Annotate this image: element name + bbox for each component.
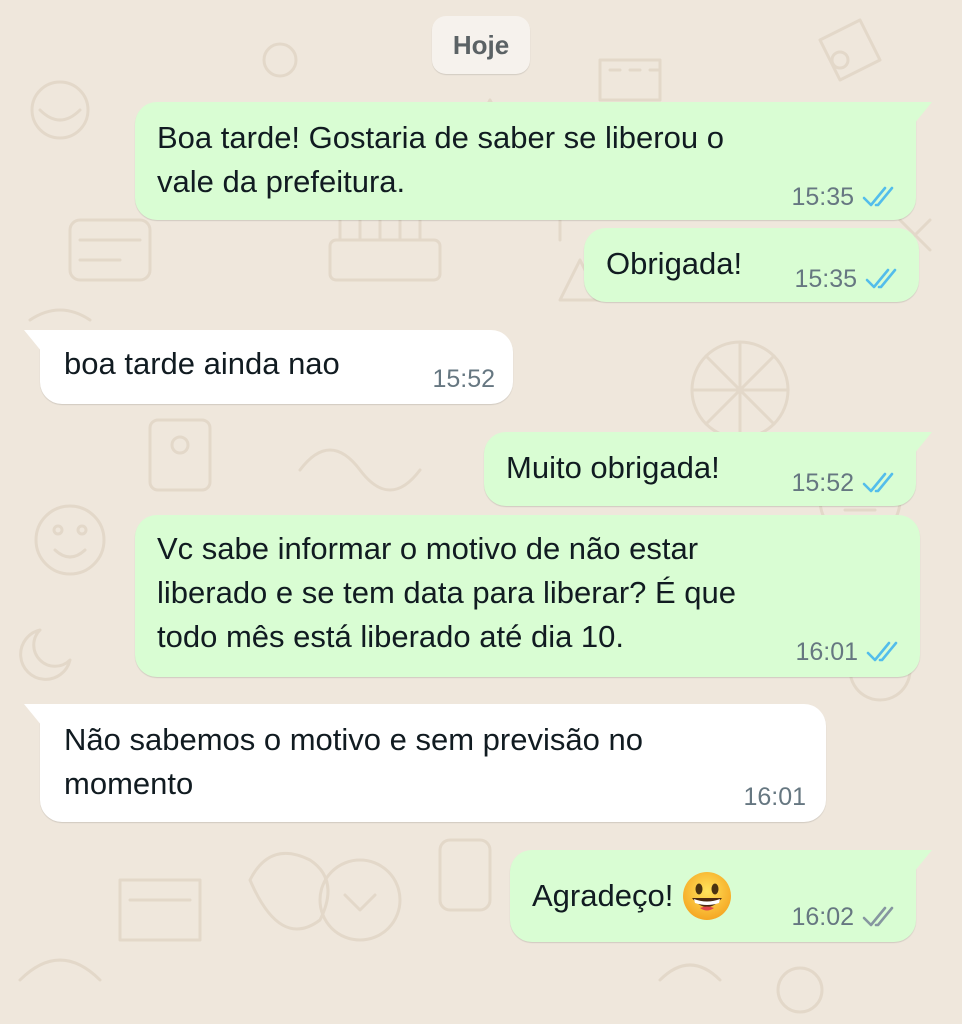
message-time: 15:35 — [794, 265, 857, 293]
message-bubble-outgoing[interactable]: Vc sabe informar o motivo de não estar l… — [135, 515, 920, 677]
double-check-icon — [862, 906, 894, 927]
message-time: 15:35 — [791, 183, 854, 211]
message-text: Vc sabe informar o motivo de não estar l… — [157, 531, 737, 654]
message-meta: 15:35 — [794, 264, 903, 294]
message-bubble-outgoing[interactable]: Agradeço! 16:02 — [510, 850, 932, 942]
message-meta: 16:01 — [795, 637, 904, 667]
chat-thread: Hoje Boa tarde! Gostaria de saber se lib… — [0, 0, 962, 1024]
message-time: 16:02 — [791, 903, 854, 931]
message-meta: 15:35 — [791, 182, 900, 212]
message-time: 15:52 — [432, 365, 495, 393]
double-check-icon — [865, 268, 897, 289]
message-text: boa tarde ainda nao — [64, 346, 340, 381]
bubble-tail — [914, 432, 932, 454]
message-time: 16:01 — [795, 638, 858, 666]
message-meta: 15:52 — [791, 468, 900, 498]
message-bubble-incoming[interactable]: boa tarde ainda nao 15:52 — [24, 330, 513, 404]
double-check-icon — [862, 472, 894, 493]
message-meta: 15:52 — [432, 364, 495, 394]
message-text-label: Agradeço! — [532, 878, 674, 913]
message-meta: 16:02 — [791, 902, 900, 932]
message-text: Boa tarde! Gostaria de saber se liberou … — [157, 120, 724, 199]
double-check-icon — [862, 186, 894, 207]
grinning-face-icon — [683, 872, 732, 920]
message-bubble-outgoing[interactable]: Boa tarde! Gostaria de saber se liberou … — [135, 102, 932, 220]
message-bubble-outgoing[interactable]: Muito obrigada! 15:52 — [484, 432, 932, 506]
date-chip: Hoje — [432, 16, 530, 74]
bubble-tail — [914, 102, 932, 124]
bubble-tail — [24, 704, 42, 726]
double-check-icon — [866, 641, 898, 662]
message-time: 16:01 — [743, 783, 806, 811]
message-meta: 16:01 — [743, 782, 806, 812]
date-chip-label: Hoje — [452, 29, 510, 60]
message-bubble-incoming[interactable]: Não sabemos o motivo e sem previsão no m… — [24, 704, 826, 822]
message-text: Obrigada! — [606, 246, 743, 281]
message-text: Não sabemos o motivo e sem previsão no m… — [64, 722, 643, 801]
message-bubble-outgoing[interactable]: Obrigada! 15:35 — [584, 228, 919, 302]
message-text: Agradeço! — [532, 870, 733, 922]
bubble-tail — [24, 330, 42, 352]
message-time: 15:52 — [791, 469, 854, 497]
message-text: Muito obrigada! — [506, 450, 720, 485]
bubble-tail — [914, 850, 932, 872]
